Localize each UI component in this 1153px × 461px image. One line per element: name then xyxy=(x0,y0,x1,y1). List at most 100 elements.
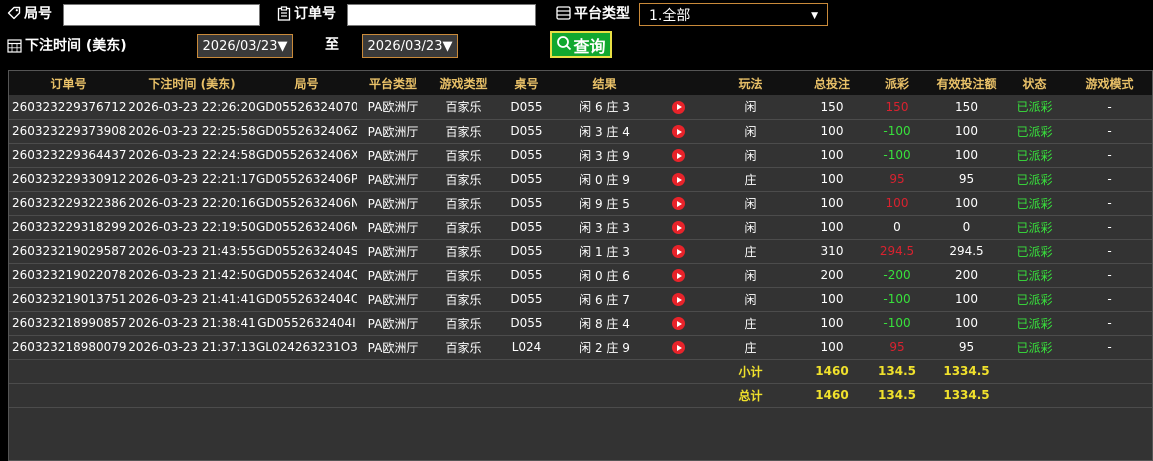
valid-bet-cell: 294.5 xyxy=(929,239,1004,264)
table-row[interactable]: 260323229373908 2026-03-23 22:25:58 GD0552… xyxy=(9,119,1152,144)
order-id-cell: 260323229364437 xyxy=(9,143,128,168)
status-badge: 已派彩 xyxy=(1004,335,1065,360)
valid-bet-cell: 100 xyxy=(929,287,1004,312)
game-mode-cell: - xyxy=(1065,311,1152,336)
table-row[interactable]: 260323229330912 2026-03-23 22:21:17 GD0552… xyxy=(9,167,1152,192)
bureau-input[interactable] xyxy=(63,4,260,26)
total-row: 总计 1460 134.5 1334.5 xyxy=(9,383,1152,408)
round-id-cell: GD0552632404I xyxy=(256,311,357,336)
table-row[interactable]: 260323229318299 2026-03-23 22:19:50 GD0552… xyxy=(9,215,1152,240)
table-row[interactable]: 260323218990857 2026-03-23 21:38:41 GD0552… xyxy=(9,311,1152,336)
round-id-cell: GD0552632406M xyxy=(256,215,357,240)
results-table: 订单号 下注时间 (美东) 局号 平台类型 游戏类型 桌号 结果 玩法 总投注 派彩 有效投注额 状态… xyxy=(9,71,1152,408)
platform-select[interactable]: 1.全部 ▼ xyxy=(639,3,828,26)
play-video-icon[interactable] xyxy=(671,173,685,186)
query-button-label: 查询 xyxy=(573,36,606,56)
play-video-icon[interactable] xyxy=(671,149,685,162)
play-video-icon[interactable] xyxy=(671,269,685,282)
table-no-cell: L024 xyxy=(498,335,555,360)
search-icon xyxy=(556,35,572,55)
result-cell: 闲 0 庄 6 xyxy=(555,263,654,288)
payout-cell: 95 xyxy=(865,167,929,192)
play-video-icon[interactable] xyxy=(671,221,685,234)
table-no-cell: D055 xyxy=(498,287,555,312)
game-mode-cell: - xyxy=(1065,95,1152,120)
platform-label: 平台类型 xyxy=(556,3,630,23)
empty-cell xyxy=(1065,359,1152,384)
game-type-cell: 百家乐 xyxy=(429,95,498,120)
column-header: 结果 xyxy=(555,71,654,95)
table-row[interactable]: 260323219013751 2026-03-23 21:41:41 GD0552… xyxy=(9,287,1152,312)
status-badge: 已派彩 xyxy=(1004,239,1065,264)
replay-cell xyxy=(654,191,702,216)
summary-total-bet: 1460 xyxy=(799,383,865,408)
play-type-cell: 闲 xyxy=(702,287,799,312)
table-row[interactable]: 260323229376712 2026-03-23 22:26:20 GD0552… xyxy=(9,95,1152,120)
table-no-cell: D055 xyxy=(498,191,555,216)
date-from-input[interactable]: 2026/03/23▼ xyxy=(197,34,293,58)
column-header: 局号 xyxy=(256,71,357,95)
date-to-input[interactable]: 2026/03/23▼ xyxy=(362,34,458,58)
payout-cell: -100 xyxy=(865,143,929,168)
game-type-cell: 百家乐 xyxy=(429,263,498,288)
status-badge: 已派彩 xyxy=(1004,311,1065,336)
valid-bet-cell: 95 xyxy=(929,167,1004,192)
column-header: 下注时间 (美东) xyxy=(128,71,256,95)
table-row[interactable]: 260323229322386 2026-03-23 22:20:16 GD0552… xyxy=(9,191,1152,216)
to-label: 至 xyxy=(325,37,339,53)
bet-time-cell: 2026-03-23 22:26:20 xyxy=(128,95,256,120)
table-no-cell: D055 xyxy=(498,215,555,240)
play-video-icon[interactable] xyxy=(671,317,685,330)
result-cell: 闲 3 庄 9 xyxy=(555,143,654,168)
play-type-cell: 闲 xyxy=(702,263,799,288)
results-panel: 订单号 下注时间 (美东) 局号 平台类型 游戏类型 桌号 结果 玩法 总投注 派彩 有效投注额 状态… xyxy=(8,70,1153,461)
query-button[interactable]: 查询 xyxy=(550,31,612,58)
platform-cell: PA欧洲厅 xyxy=(357,287,429,312)
table-no-cell: D055 xyxy=(498,239,555,264)
order-id-cell: 260323218990857 xyxy=(9,311,128,336)
summary-payout: 134.5 xyxy=(865,383,929,408)
game-mode-cell: - xyxy=(1065,119,1152,144)
platform-cell: PA欧洲厅 xyxy=(357,311,429,336)
play-video-icon[interactable] xyxy=(671,245,685,258)
game-mode-cell: - xyxy=(1065,191,1152,216)
order-id-cell: 260323218980079 xyxy=(9,335,128,360)
table-row[interactable]: 260323218980079 2026-03-23 21:37:13 GL0242… xyxy=(9,335,1152,360)
round-id-cell: GD0552632404Q xyxy=(256,263,357,288)
summary-payout: 134.5 xyxy=(865,359,929,384)
play-video-icon[interactable] xyxy=(671,100,685,114)
play-type-cell: 闲 xyxy=(702,215,799,240)
time-label: 下注时间 (美东) xyxy=(7,35,127,55)
table-row[interactable]: 260323219022078 2026-03-23 21:42:50 GD0552… xyxy=(9,263,1152,288)
total-bet-cell: 100 xyxy=(799,287,865,312)
payout-cell: 95 xyxy=(865,335,929,360)
empty-cell xyxy=(357,359,429,384)
order-input[interactable] xyxy=(347,4,536,26)
table-row[interactable]: 260323229364437 2026-03-23 22:24:58 GD0552… xyxy=(9,143,1152,168)
total-bet-cell: 100 xyxy=(799,191,865,216)
order-id-cell: 260323219013751 xyxy=(9,287,128,312)
play-video-icon[interactable] xyxy=(671,125,685,138)
table-no-cell: D055 xyxy=(498,119,555,144)
play-video-icon[interactable] xyxy=(671,341,685,354)
table-row[interactable]: 260323219029587 2026-03-23 21:43:55 GD0552… xyxy=(9,239,1152,264)
column-header: 派彩 xyxy=(865,71,929,95)
summary-total-bet: 1460 xyxy=(799,359,865,384)
empty-cell xyxy=(498,359,555,384)
game-mode-cell: - xyxy=(1065,263,1152,288)
column-header: 状态 xyxy=(1004,71,1065,95)
valid-bet-cell: 200 xyxy=(929,263,1004,288)
round-id-cell: GD05526324070 xyxy=(256,95,357,120)
empty-cell xyxy=(555,383,654,408)
result-cell: 闲 8 庄 4 xyxy=(555,311,654,336)
empty-cell xyxy=(9,359,128,384)
replay-cell xyxy=(654,143,702,168)
play-video-icon[interactable] xyxy=(671,293,685,306)
table-no-cell: D055 xyxy=(498,143,555,168)
bet-time-cell: 2026-03-23 21:42:50 xyxy=(128,263,256,288)
valid-bet-cell: 100 xyxy=(929,191,1004,216)
empty-cell xyxy=(498,383,555,408)
play-video-icon[interactable] xyxy=(671,197,685,210)
payout-cell: 100 xyxy=(865,191,929,216)
payout-cell: -100 xyxy=(865,287,929,312)
